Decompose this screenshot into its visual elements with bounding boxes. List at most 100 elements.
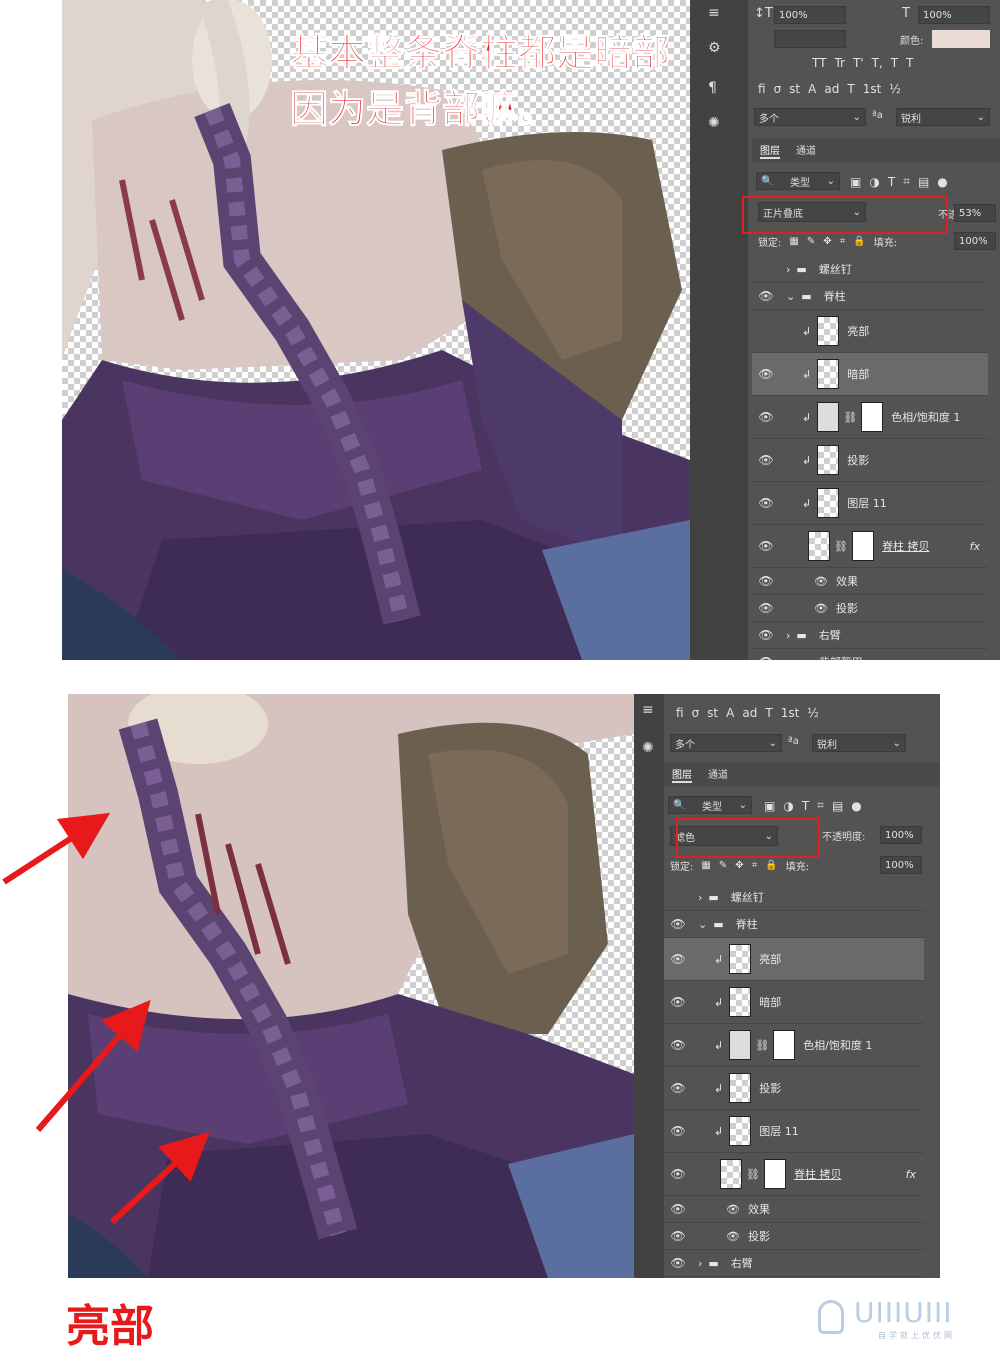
image-filter-icon[interactable]: ▣ [850,175,861,189]
type-button[interactable]: σ [692,706,700,720]
eye-icon[interactable]: 👁 [752,496,780,510]
type-button[interactable]: T [765,706,772,720]
type-button[interactable]: Tr [834,56,845,70]
adjust-filter-icon[interactable]: ◑ [783,799,793,813]
image-filter-icon[interactable]: ▣ [764,799,775,813]
eye-icon[interactable]: 👁 [664,995,692,1009]
eye-icon[interactable]: 👁 [752,539,780,553]
eye-icon[interactable]: 👁 [752,574,780,588]
fill-field[interactable]: 100% [954,232,996,250]
layer-row[interactable]: 👁 ↲ 投影 [664,1067,924,1110]
eye-icon[interactable]: 👁 [752,289,780,303]
eye-icon[interactable]: 👁 [664,1167,692,1181]
vscale-field[interactable]: 100% [774,6,846,24]
eye-icon[interactable]: 👁 [664,1081,692,1095]
eye-icon[interactable]: 👁 [752,453,780,467]
type-button[interactable]: ad [742,706,757,720]
type-button[interactable]: A [726,706,734,720]
layer-row[interactable]: 👁 👁 投影 [664,1223,924,1250]
tab-channels[interactable]: 通道 [708,766,728,783]
lock-brush-icon[interactable]: ✎ [807,236,815,247]
type-button[interactable]: TT [812,56,826,70]
opacity-field[interactable]: 100% [880,826,922,844]
lock-pixels-icon[interactable]: ▦ [789,236,798,247]
eye-icon[interactable]: 👁 [752,601,780,615]
lock-artboard-icon[interactable]: ⌗ [840,236,846,247]
language-select[interactable]: 多个 ⌄ [754,108,866,126]
lock-pixels-icon[interactable]: ▦ [701,860,710,871]
layer-row[interactable]: 👁 ⌄ ▬ 脊柱 [752,283,988,310]
chevron-right-icon[interactable]: › [698,1257,702,1270]
effect-eye-icon[interactable]: 👁 [726,1203,740,1216]
layer-row[interactable]: 👁 ↲ 暗部 [752,353,988,396]
color-swatch[interactable] [932,30,990,48]
smart-filter-icon[interactable]: ▤ [832,799,843,813]
type-button[interactable]: fi [676,706,684,720]
fraction-icon[interactable]: ½ [889,82,901,96]
layer-row[interactable]: 👁 › ▬ 背部盔甲 [752,649,988,660]
lock-all-icon[interactable]: 🔒 [853,236,865,247]
type-button[interactable]: st [707,706,718,720]
eye-icon[interactable]: 👁 [752,655,780,660]
chevron-right-icon[interactable]: › [698,891,702,904]
filter-toggle-icon[interactable]: ● [937,175,947,189]
chevron-down-icon[interactable]: ⌄ [698,918,707,931]
lock-move-icon[interactable]: ✥ [823,236,831,247]
shape-filter-icon[interactable]: ⌗ [903,174,910,189]
oldstyle-icon[interactable]: σ [774,82,782,96]
type-button[interactable]: T [891,56,898,70]
layer-row[interactable]: 👁 ↲ ⛓ 色相/饱和度 1 [664,1024,924,1067]
adjust-icon[interactable]: ≡ [708,5,720,21]
ligature-icon[interactable]: fi [758,82,766,96]
type-button[interactable]: 1st [781,706,800,720]
type-filter-icon[interactable]: T [888,175,895,189]
tab-layers[interactable]: 图层 [672,766,692,783]
eye-icon[interactable]: 👁 [664,1202,692,1216]
eye-icon[interactable]: 👁 [664,952,692,966]
type-button[interactable]: T' [853,56,864,70]
lock-brush-icon[interactable]: ✎ [719,860,727,871]
effect-eye-icon[interactable]: 👁 [726,1230,740,1243]
layer-row[interactable]: › ▬ 螺丝钉 [752,256,988,283]
opacity-field[interactable]: 53% [954,204,996,222]
eye-icon[interactable]: 👁 [752,410,780,424]
layer-row[interactable]: 👁 › ▬ 右臂 [664,1250,924,1277]
settings-icon[interactable]: ⚙ [708,40,721,56]
stylistic-icon[interactable]: A [808,82,816,96]
eye-icon[interactable]: 👁 [752,628,780,642]
type-filter-icon[interactable]: T [802,799,809,813]
chevron-down-icon[interactable]: ⌄ [786,290,795,303]
layer-row[interactable]: 👁 ↲ 图层 11 [664,1110,924,1153]
layer-row[interactable]: ↲ 亮部 [752,310,988,353]
effect-eye-icon[interactable]: 👁 [814,575,828,588]
layer-filter-select[interactable]: 🔍 类型 ⌄ [668,796,752,814]
smart-filter-icon[interactable]: ▤ [918,175,929,189]
layer-row[interactable]: 👁 › ▬ 右臂 [752,622,988,649]
eye-icon[interactable]: 👁 [664,1038,692,1052]
ordinal-icon[interactable]: 1st [863,82,882,96]
layer-row[interactable]: 👁 ⛓ 脊柱 拷贝 fx [752,525,988,568]
layer-row[interactable]: 👁 ↲ 亮部 [664,938,924,981]
layer-row[interactable]: 👁 ↲ 图层 11 [752,482,988,525]
eye-icon[interactable]: 👁 [664,1124,692,1138]
eye-icon[interactable]: 👁 [752,367,780,381]
eye-icon[interactable]: 👁 [664,1256,692,1270]
titling-icon[interactable]: ad [824,82,839,96]
burst-icon[interactable]: ✺ [708,115,720,131]
tab-channels[interactable]: 通道 [796,142,816,159]
antialias-select[interactable]: 锐利 ⌄ [896,108,990,126]
layer-row[interactable]: 👁 ⌄ ▬ 脊柱 [664,911,924,938]
lock-artboard-icon[interactable]: ⌗ [752,860,758,871]
chevron-right-icon[interactable]: › [786,629,790,642]
filter-toggle-icon[interactable]: ● [851,799,861,813]
fill-field[interactable]: 100% [880,856,922,874]
type-button[interactable]: T, [872,56,883,70]
layer-row[interactable]: 👁 ↲ 暗部 [664,981,924,1024]
shape-filter-icon[interactable]: ⌗ [817,798,824,813]
lock-all-icon[interactable]: 🔒 [765,860,777,871]
antialias-select[interactable]: 锐利 ⌄ [812,734,906,752]
language-select[interactable]: 多个 ⌄ [670,734,782,752]
fx-icon[interactable]: fx [906,1168,916,1181]
layer-row[interactable]: 👁 👁 效果 [664,1196,924,1223]
layer-row[interactable]: 👁 👁 投影 [752,595,988,622]
